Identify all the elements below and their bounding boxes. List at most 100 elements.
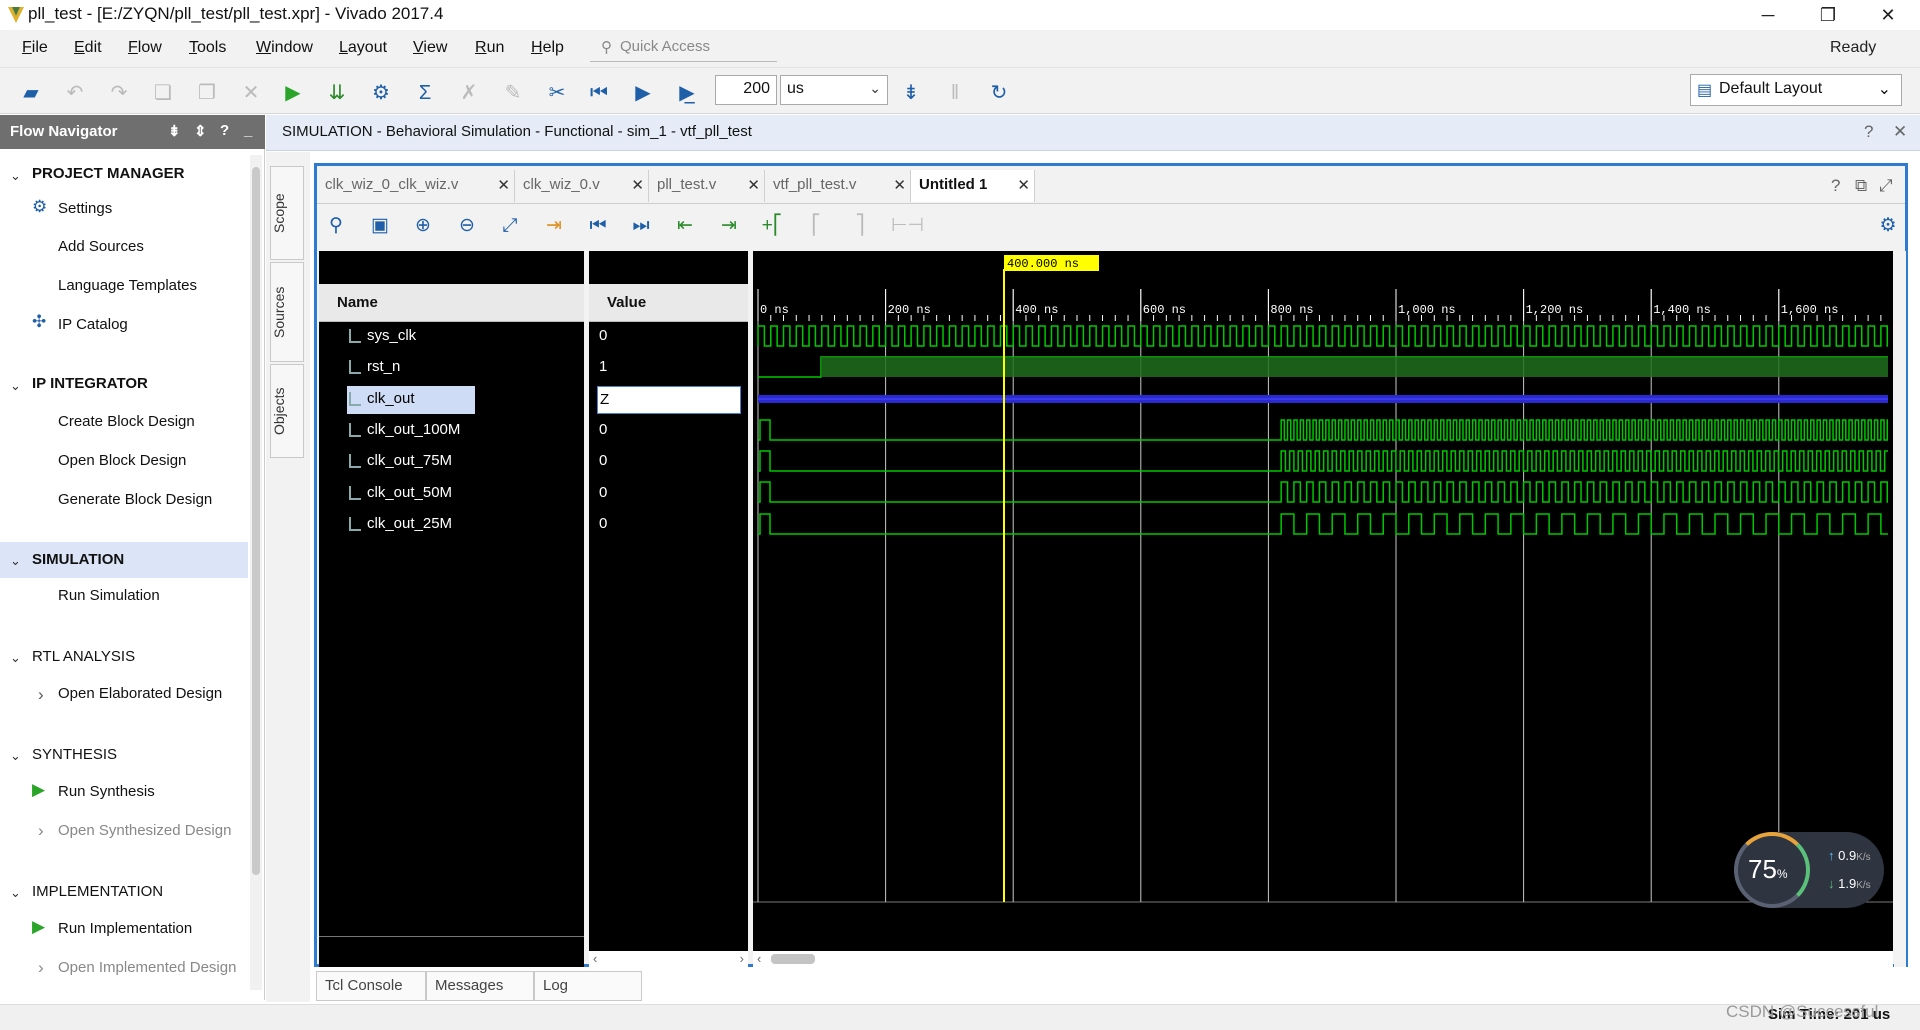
zoom-fit-icon[interactable]: ⤢ [497, 213, 523, 239]
minimize-panel-icon[interactable]: _ [244, 122, 252, 139]
run-all-icon[interactable]: ▶ [630, 80, 656, 106]
chevron-right-icon[interactable]: › [740, 951, 744, 966]
tab-vtf-pll-test[interactable]: vtf_pll_test.v ✕ [765, 170, 911, 202]
tab-clk-wiz-0-clk-wiz[interactable]: clk_wiz_0_clk_wiz.v ✕ [317, 170, 515, 202]
undo-icon[interactable]: ↶ [62, 80, 88, 106]
section-simulation[interactable]: SIMULATION [32, 551, 124, 568]
pause-icon[interactable]: ‖ [942, 80, 968, 106]
nav-open-implemented-design[interactable]: Open Implemented Design [58, 959, 236, 976]
run-for-time-icon[interactable]: ▶̲ [674, 80, 700, 106]
signal-row-clk-out-100m[interactable]: clk_out_100M [347, 417, 460, 445]
run-icon[interactable]: ▶ [280, 80, 306, 106]
chevron-right-icon[interactable]: › [38, 958, 44, 978]
swap-cursors-icon[interactable]: ⊢⊣ [891, 213, 924, 239]
save-icon[interactable]: ▣ [367, 213, 393, 239]
chevron-down-icon[interactable]: ⌄ [10, 748, 21, 764]
previous-marker-icon[interactable]: ⎡ [803, 213, 829, 239]
close-icon[interactable]: ✕ [497, 176, 510, 194]
run-time-input[interactable]: 200 [715, 75, 777, 105]
nav-open-synthesized-design[interactable]: Open Synthesized Design [58, 822, 231, 839]
collapse-all-icon[interactable]: ⇟ [168, 122, 181, 140]
search-icon[interactable]: ⚲ [323, 213, 349, 239]
tab-objects[interactable]: Objects [270, 364, 304, 458]
chevron-left-icon[interactable]: ‹ [757, 951, 761, 966]
signal-row-clk-out-75m[interactable]: clk_out_75M [347, 448, 452, 476]
previous-transition-icon[interactable]: ⇤ [672, 213, 698, 239]
menu-layout[interactable]: Layout [339, 39, 387, 57]
tab-tcl-console[interactable]: Tcl Console [316, 971, 426, 1001]
close-window-button[interactable]: ✕ [1860, 0, 1916, 30]
menu-file[interactable]: File [22, 39, 48, 57]
wave-vscrollbar[interactable] [1894, 251, 1906, 967]
settings-gear-icon[interactable]: ⚙ [1875, 213, 1901, 239]
go-to-end-icon[interactable]: ⏭ [628, 213, 654, 239]
nav-settings[interactable]: Settings [58, 200, 112, 217]
signal-row-clk-out[interactable]: clk_out [347, 386, 475, 414]
next-transition-icon[interactable]: ⇥ [716, 213, 742, 239]
program-device-icon[interactable]: ⇊ [324, 80, 350, 106]
menu-run[interactable]: Run [475, 39, 504, 57]
menu-view[interactable]: View [413, 39, 447, 57]
tab-scope[interactable]: Scope [270, 166, 304, 260]
go-to-cursor-icon[interactable]: ⇥ [541, 213, 567, 239]
restart-icon[interactable]: ⏮ [586, 80, 612, 106]
nav-run-synthesis[interactable]: Run Synthesis [58, 783, 155, 800]
section-ip-integrator[interactable]: IP INTEGRATOR [32, 375, 148, 392]
signal-row-rst-n[interactable]: rst_n [347, 354, 400, 382]
tool-disabled-icon[interactable]: ✗ [456, 80, 482, 106]
close-icon[interactable]: ✕ [631, 176, 644, 194]
go-to-start-icon[interactable]: ⏮ [585, 213, 611, 239]
sigma-report-icon[interactable]: Σ [412, 80, 438, 106]
section-project-manager[interactable]: PROJECT MANAGER [32, 165, 185, 182]
nav-open-elaborated-design[interactable]: Open Elaborated Design [58, 685, 222, 702]
chevron-left-icon[interactable]: ‹ [593, 951, 597, 966]
float-icon[interactable]: ⧉ [1855, 176, 1867, 196]
quick-access-input[interactable]: Quick Access [590, 34, 777, 62]
nav-open-block-design[interactable]: Open Block Design [58, 452, 186, 469]
nav-generate-block-design[interactable]: Generate Block Design [58, 491, 212, 508]
restore-button[interactable]: ❐ [1800, 0, 1856, 30]
copy-icon[interactable]: ❏ [150, 80, 176, 106]
open-project-icon[interactable]: ▰ [18, 80, 44, 106]
signal-row-clk-out-50m[interactable]: clk_out_50M [347, 480, 452, 508]
next-marker-icon[interactable]: ⎤ [847, 213, 873, 239]
chevron-down-icon[interactable]: ⌄ [10, 168, 21, 184]
section-implementation[interactable]: IMPLEMENTATION [32, 883, 163, 900]
chevron-down-icon[interactable]: ⌄ [10, 885, 21, 901]
chevron-down-icon[interactable]: ⌄ [10, 650, 21, 666]
section-rtl-analysis[interactable]: RTL ANALYSIS [32, 648, 135, 665]
wave-hscrollbar[interactable] [753, 951, 1893, 967]
signal-row-sys-clk[interactable]: sys_clk [347, 323, 416, 351]
nav-run-implementation[interactable]: Run Implementation [58, 920, 192, 937]
help-icon[interactable]: ? [1831, 176, 1840, 196]
maximize-icon[interactable]: ⤢ [1879, 176, 1893, 196]
value-panel-hscrollbar[interactable]: ‹ › [589, 951, 748, 967]
nav-ip-catalog[interactable]: IP Catalog [58, 316, 128, 333]
signal-row-clk-out-25m[interactable]: clk_out_25M [347, 511, 452, 539]
network-meter-widget[interactable]: 75% ↑ 0.9K/s ↓ 1.9K/s [1734, 832, 1884, 908]
cut-icon[interactable]: ✂ [544, 80, 570, 106]
nav-add-sources[interactable]: Add Sources [58, 238, 144, 255]
layout-select[interactable]: ▤ Default Layout ⌄ [1690, 74, 1902, 106]
nav-run-simulation[interactable]: Run Simulation [58, 587, 160, 604]
expand-all-icon[interactable]: ⇕ [194, 122, 207, 140]
chevron-down-icon[interactable]: ⌄ [10, 553, 21, 569]
tab-sources[interactable]: Sources [270, 262, 304, 362]
tab-clk-wiz-0[interactable]: clk_wiz_0.v ✕ [515, 170, 649, 202]
menu-tools[interactable]: Tools [189, 39, 226, 57]
chevron-right-icon[interactable]: › [38, 821, 44, 841]
run-unit-select[interactable]: us ⌄ [780, 75, 888, 105]
close-icon[interactable]: ✕ [893, 176, 906, 194]
help-icon[interactable]: ? [1864, 122, 1873, 142]
close-icon[interactable]: ✕ [1017, 176, 1030, 194]
menu-edit[interactable]: Edit [74, 39, 102, 57]
nav-language-templates[interactable]: Language Templates [58, 277, 197, 294]
waveform-panel[interactable]: ‹ 0 ns 200 ns 400 ns 600 ns 800 ns 1,000 ns 1,… [753, 251, 1893, 967]
zoom-in-icon[interactable]: ⊕ [410, 213, 436, 239]
close-icon[interactable]: ✕ [747, 176, 760, 194]
paste-icon[interactable]: ❐ [194, 80, 220, 106]
zoom-out-icon[interactable]: ⊖ [454, 213, 480, 239]
tab-pll-test[interactable]: pll_test.v ✕ [649, 170, 765, 202]
tab-log[interactable]: Log [534, 971, 642, 1001]
flow-navigator-scroll-thumb[interactable] [252, 167, 260, 875]
